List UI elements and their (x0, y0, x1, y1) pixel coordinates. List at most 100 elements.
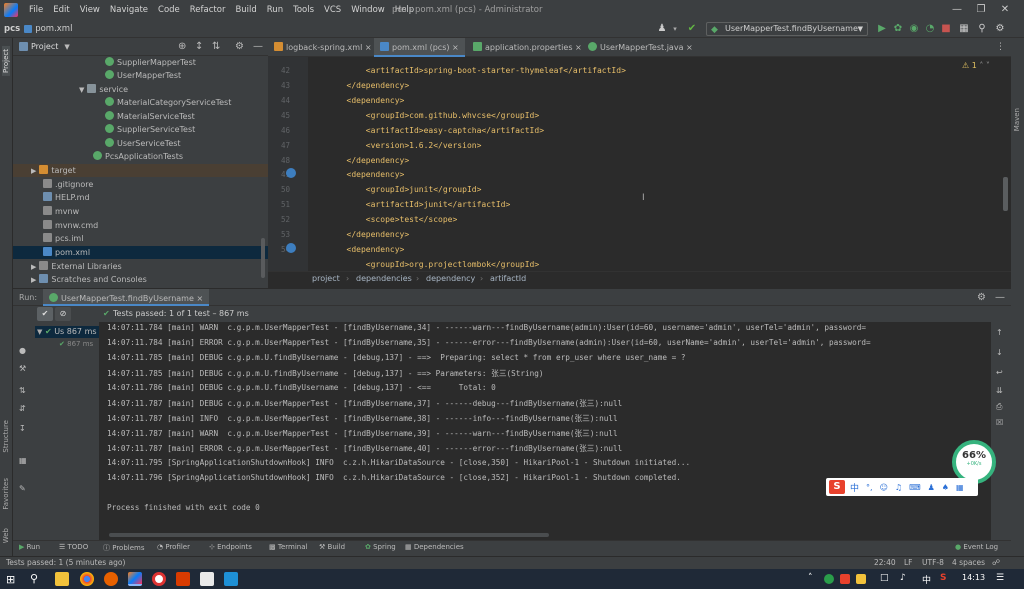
profile-icon[interactable]: ◔ (924, 23, 936, 35)
microphone-icon[interactable]: ♫ (895, 483, 902, 492)
chrome-icon[interactable] (80, 572, 94, 586)
menu-code[interactable]: Code (153, 5, 185, 15)
show-ignored-toggle[interactable]: ⊘ (55, 307, 71, 321)
intellij-icon[interactable] (128, 572, 142, 586)
debug-icon[interactable]: ✿ (892, 23, 904, 35)
close-icon[interactable]: × (196, 294, 203, 303)
user-icon[interactable]: ♟ (928, 483, 935, 492)
maven-dependency-icon[interactable] (286, 168, 296, 178)
tab-application-properties[interactable]: application.properties × (467, 38, 588, 57)
delete-icon[interactable]: ☒ (996, 418, 1003, 427)
tree-item[interactable]: SupplierMapperTest (105, 56, 196, 69)
tree-item[interactable]: MaterialCategoryServiceTest (105, 96, 231, 109)
import-icon[interactable]: ↧ (19, 424, 26, 433)
volume-icon[interactable]: ♪ (900, 573, 906, 583)
ime-toolbar[interactable]: S 中 °, ☺ ♫ ⌨ ♟ ♠ ▦ (826, 478, 978, 496)
test-root-row[interactable]: ▼ ✔ Us 867 ms (35, 326, 99, 338)
line-separator[interactable]: LF (904, 558, 913, 567)
structure-tool-tab[interactable]: Structure (2, 420, 10, 453)
tree-item[interactable]: ▶ target (13, 164, 268, 177)
tab-endpoints[interactable]: ⊹ Endpoints (209, 543, 252, 551)
app-icon[interactable] (224, 572, 238, 586)
menu-refactor[interactable]: Refactor (185, 5, 231, 15)
locate-icon[interactable]: ⊕ (178, 41, 186, 52)
web-tool-tab[interactable]: Web (2, 528, 10, 543)
breadcrumb-item[interactable]: dependency (426, 274, 475, 283)
tree-item[interactable]: ▶ Scratches and Consoles (31, 273, 147, 286)
tab-run[interactable]: ▶ Run (19, 543, 40, 551)
tray-icon[interactable] (840, 574, 850, 584)
ime-lang[interactable]: 中 (850, 481, 859, 494)
expand-all-icon[interactable]: ↕ (195, 41, 203, 52)
network-icon[interactable]: □ (880, 573, 889, 583)
hide-icon[interactable]: — (253, 41, 263, 52)
favorites-tool-tab[interactable]: Favorites (2, 478, 10, 510)
layout-icon[interactable]: ▦ (19, 456, 27, 465)
chevron-up-icon[interactable]: ˄ (808, 573, 813, 583)
tab-build[interactable]: ⚒ Build (319, 543, 345, 551)
tab-profiler[interactable]: ◔ Profiler (157, 543, 190, 551)
run-icon[interactable]: ▶ (876, 23, 888, 35)
close-icon[interactable]: × (452, 43, 459, 52)
taskbar-lang[interactable]: 中 (922, 573, 931, 586)
project-panel-title[interactable]: Project (31, 42, 58, 51)
indent-setting[interactable]: 4 spaces (952, 558, 985, 567)
maven-tool-tab[interactable]: Maven (1013, 108, 1021, 131)
code-editor[interactable]: <artifactId>spring-boot-starter-thymelea… (308, 57, 1011, 271)
tab-usermappertest[interactable]: UserMapperTest.java × (582, 38, 699, 57)
tray-icon[interactable] (856, 574, 866, 584)
punctuation-icon[interactable]: °, (866, 483, 873, 492)
close-icon[interactable]: × (686, 43, 693, 52)
run-config-selector[interactable]: ◆ UserMapperTest.findByUsername ▼ (706, 22, 868, 36)
tree-item[interactable]: ▶ External Libraries (31, 260, 122, 273)
firefox-icon[interactable] (104, 572, 118, 586)
windows-start-icon[interactable]: ⊞ (6, 573, 15, 586)
coverage-icon[interactable]: ◉ (908, 23, 920, 35)
tree-item[interactable]: SupplierServiceTest (105, 123, 195, 136)
breadcrumb-project[interactable]: pcs (0, 24, 24, 34)
menu-view[interactable]: View (75, 5, 105, 15)
dropdown-icon[interactable]: ▾ (669, 23, 681, 35)
chevron-down-icon[interactable]: ˅ (986, 61, 990, 70)
skin-icon[interactable]: ♠ (942, 483, 949, 492)
user-icon[interactable]: ♟ (656, 23, 668, 35)
search-icon[interactable]: ⚲ (976, 23, 988, 35)
menu-edit[interactable]: Edit (48, 5, 74, 15)
show-passed-toggle[interactable]: ✔ (37, 307, 53, 321)
tab-todo[interactable]: ☰ TODO (59, 543, 88, 551)
scroll-up-icon[interactable]: ↑ (996, 328, 1003, 337)
wrench-icon[interactable]: ⚒ (19, 364, 26, 373)
app-icon[interactable] (200, 572, 214, 586)
menu-run[interactable]: Run (262, 5, 288, 15)
project-structure-icon[interactable]: ▦ (958, 23, 970, 35)
test-child-row[interactable]: ✔ 867 ms (59, 340, 93, 348)
menu-navigate[interactable]: Navigate (105, 5, 153, 15)
menu-file[interactable]: File (24, 5, 48, 15)
tab-dependencies[interactable]: ▦ Dependencies (405, 543, 464, 551)
breadcrumb-item[interactable]: project (312, 274, 340, 283)
menu-tools[interactable]: Tools (288, 5, 319, 15)
tree-item[interactable]: MaterialServiceTest (105, 110, 195, 123)
hide-icon[interactable]: — (995, 292, 1005, 303)
keyboard-icon[interactable]: ⌨ (909, 483, 921, 492)
tree-item[interactable]: mvnw.cmd (43, 219, 98, 232)
breadcrumb-item[interactable]: artifactId (490, 274, 526, 283)
maximize-icon[interactable]: ❐ (974, 3, 988, 17)
menu-window[interactable]: Window (346, 5, 390, 15)
chevron-down-icon[interactable]: ▼ (64, 43, 69, 51)
breadcrumb-item[interactable]: dependencies (356, 274, 412, 283)
tab-terminal[interactable]: ▩ Terminal (269, 543, 307, 551)
project-tool-tab[interactable]: Project (2, 46, 10, 76)
tree-item[interactable]: mvnw (43, 205, 79, 218)
tree-item-selected[interactable]: pom.xml (13, 246, 268, 259)
hammer-icon[interactable]: ✔ (686, 23, 698, 35)
emoji-icon[interactable]: ☺ (880, 483, 888, 492)
breadcrumb-file[interactable]: pom.xml (35, 24, 76, 34)
wps-icon[interactable] (176, 572, 190, 586)
scroll-down-icon[interactable]: ↓ (996, 348, 1003, 357)
recorder-icon[interactable] (152, 572, 166, 586)
tab-menu-icon[interactable]: ⋮ (996, 42, 1005, 52)
soft-wrap-icon[interactable]: ↩ (996, 368, 1003, 377)
gear-icon[interactable]: ⚙ (977, 292, 986, 303)
taskbar-clock[interactable]: 14:13 (962, 573, 985, 582)
